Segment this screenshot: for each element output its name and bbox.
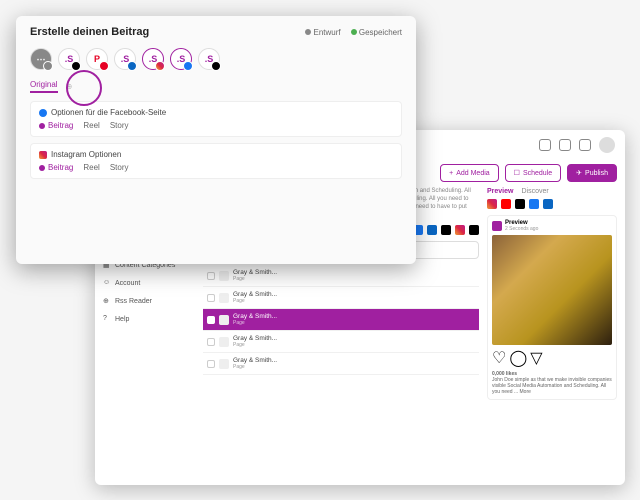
fb-post-option[interactable]: Beitrag: [39, 121, 73, 130]
fb-reel-option[interactable]: Reel: [83, 121, 99, 130]
channel-tiktok[interactable]: .S: [198, 48, 220, 70]
channel-all[interactable]: ⋯: [30, 48, 52, 70]
tiktok-icon[interactable]: [469, 225, 479, 235]
preview-image: [492, 235, 612, 345]
help-icon[interactable]: [579, 139, 591, 151]
sidebar-item-label: Account: [115, 280, 140, 287]
checkbox[interactable]: [207, 360, 215, 368]
channel-instagram[interactable]: .S: [142, 48, 164, 70]
channel-facebook[interactable]: .S: [170, 48, 192, 70]
channel-linkedin[interactable]: .S: [114, 48, 136, 70]
tab-original[interactable]: Original: [30, 80, 58, 93]
sidebar-item-rss[interactable]: ⊕ Rss Reader: [99, 292, 191, 310]
create-post-modal: Erstelle deinen Beitrag Entwurf Gespeich…: [16, 16, 416, 264]
sidebar-item-help[interactable]: ? Help: [99, 310, 191, 328]
tiktok-icon[interactable]: [515, 199, 525, 209]
highlight-circle: [66, 70, 102, 106]
preview-caption: John Doe simple as that we make invisibl…: [492, 377, 612, 395]
facebook-icon: [39, 109, 47, 117]
ig-post-option[interactable]: Beitrag: [39, 163, 73, 172]
notifications-icon[interactable]: [559, 139, 571, 151]
page-logo-icon: [219, 359, 229, 369]
facebook-icon[interactable]: [529, 199, 539, 209]
calendar-icon: ☐: [514, 169, 520, 177]
facebook-options: Optionen für die Facebook-Seite Beitrag …: [30, 101, 402, 137]
publish-button[interactable]: ✈Publish: [567, 164, 617, 182]
help-icon: ?: [103, 315, 111, 323]
fb-story-option[interactable]: Story: [110, 121, 129, 130]
instagram-icon[interactable]: [455, 225, 465, 235]
rss-icon: ⊕: [103, 297, 111, 305]
add-media-button[interactable]: +Add Media: [440, 164, 499, 182]
search-result[interactable]: Gray & Smith...Page: [203, 265, 479, 287]
tiktok-icon[interactable]: [441, 225, 451, 235]
instagram-options: Instagram Optionen Beitrag Reel Story: [30, 143, 402, 179]
settings-icon[interactable]: [539, 139, 551, 151]
plus-icon: +: [449, 170, 453, 177]
schedule-button[interactable]: ☐Schedule: [505, 164, 561, 182]
page-logo-icon: [219, 315, 229, 325]
search-result[interactable]: Gray & Smith...Page: [203, 287, 479, 309]
checkbox[interactable]: [207, 338, 215, 346]
youtube-icon[interactable]: [501, 199, 511, 209]
comment-icon[interactable]: ◯: [509, 348, 527, 368]
send-icon: ✈: [576, 169, 582, 177]
account-icon: ☺: [103, 279, 111, 287]
linkedin-icon[interactable]: [543, 199, 553, 209]
tab-preview[interactable]: Preview: [487, 188, 513, 195]
page-logo-icon: [219, 271, 229, 281]
checkbox[interactable]: [207, 316, 215, 324]
preview-timestamp: 2 Seconds ago: [505, 226, 538, 232]
sidebar-item-label: Help: [115, 316, 129, 323]
channel-selector: ⋯ .S P .S .S .S .S: [30, 48, 402, 70]
share-icon[interactable]: ▽: [530, 348, 542, 368]
tab-discover[interactable]: Discover: [521, 188, 548, 195]
search-result-selected[interactable]: Gray & Smith...Page: [203, 309, 479, 331]
search-result[interactable]: Gray & Smith...Page: [203, 353, 479, 375]
post-preview: Preview 2 Seconds ago ♡ ◯ ▽ 0,000 likes: [487, 215, 617, 400]
search-result[interactable]: Gray & Smith...Page: [203, 331, 479, 353]
page-logo-icon: [219, 337, 229, 347]
modal-title: Erstelle deinen Beitrag: [30, 26, 149, 38]
sidebar-item-label: Rss Reader: [115, 298, 152, 305]
checkbox[interactable]: [207, 294, 215, 302]
page-logo-icon: [219, 293, 229, 303]
ig-reel-option[interactable]: Reel: [83, 163, 99, 172]
sidebar-item-account[interactable]: ☺ Account: [99, 274, 191, 292]
checkbox[interactable]: [207, 272, 215, 280]
ig-story-option[interactable]: Story: [110, 163, 129, 172]
heart-icon[interactable]: ♡: [492, 348, 506, 368]
linkedin-icon[interactable]: [427, 225, 437, 235]
instagram-icon[interactable]: [487, 199, 497, 209]
status-saved: Gespeichert: [351, 28, 402, 37]
status-draft: Entwurf: [305, 28, 340, 37]
preview-avatar: [492, 221, 502, 231]
channel-pinterest[interactable]: P: [86, 48, 108, 70]
avatar[interactable]: [599, 137, 615, 153]
channel-x[interactable]: .S: [58, 48, 80, 70]
instagram-icon: [39, 151, 47, 159]
